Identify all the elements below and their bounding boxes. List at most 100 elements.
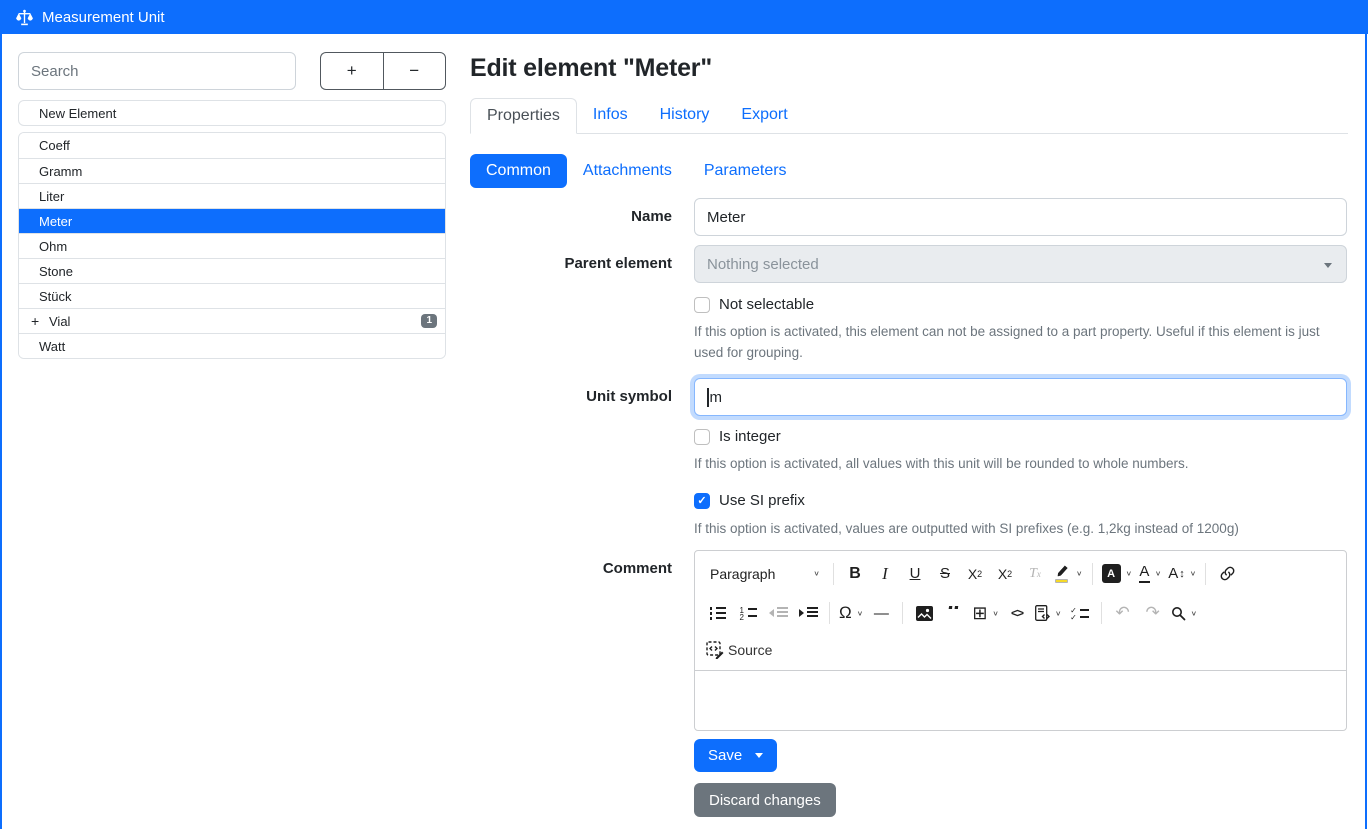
not-selectable-checkbox[interactable] [694,297,710,313]
chevron-down-icon: ∨ [1126,569,1133,578]
subtab-attachments[interactable]: Attachments [567,154,688,188]
redo-icon[interactable]: ↷ [1141,599,1165,627]
italic-icon[interactable]: I [873,560,897,588]
table-icon: ⊞ [972,603,987,624]
font-color-letter: A [1139,564,1149,579]
toolbar-separator [1101,602,1102,624]
tree-item-label: Coeff [39,138,70,153]
tree-item-label: Watt [39,339,65,354]
find-replace-dropdown[interactable]: ∨ [1171,599,1198,627]
tab-export[interactable]: Export [725,98,803,134]
toolbar-separator [833,563,834,585]
use-si-prefix-row: Use SI prefix [694,492,1347,509]
expand-icon[interactable]: + [31,314,49,328]
source-label: Source [728,642,772,658]
tree-item-gramm[interactable]: Gramm [19,158,445,183]
expand-all-button[interactable]: + [320,52,383,90]
comment-editable-area[interactable] [695,671,1346,730]
subtab-parameters[interactable]: Parameters [688,154,803,188]
tree-toolbar: + − [320,52,446,90]
subscript-digit: 2 [977,569,982,579]
save-dropdown-caret-icon[interactable] [755,753,763,758]
window-right-accent [1365,34,1367,829]
navbar: Measurement Unit [0,0,1368,34]
parent-element-select[interactable]: Nothing selected [694,245,1347,283]
bold-icon[interactable]: B [843,560,867,588]
highlight-dropdown[interactable]: ∨ [1053,560,1083,588]
tree-item-label: Meter [39,214,72,229]
outdent-icon[interactable] [766,599,790,627]
not-selectable-help: If this option is activated, this elemen… [694,321,1347,363]
is-integer-help: If this option is activated, all values … [694,453,1347,474]
discard-changes-button[interactable]: Discard changes [694,783,836,817]
superscript-base: X [998,566,1007,582]
undo-icon[interactable]: ↶ [1111,599,1135,627]
font-size-letter: A [1168,565,1178,582]
toolbar-separator [829,602,830,624]
tab-bar: Properties Infos History Export [470,98,1348,134]
editor-toolbar: Paragraph ∨ B I U S X2 X2 Tx [695,551,1346,671]
tree-item-stueck[interactable]: Stück [19,283,445,308]
not-selectable-label: Not selectable [719,296,814,313]
source-icon [706,641,724,659]
element-tree: Coeff Gramm Liter Meter Ohm Stone Stück … [18,132,446,359]
source-button[interactable]: Source [703,641,775,659]
main-panel: Edit element "Meter" Properties Infos Hi… [470,48,1348,817]
save-label: Save [708,747,742,764]
save-button[interactable]: Save [694,739,777,772]
font-color-dropdown[interactable]: A ∨ [1138,560,1162,588]
paragraph-format-value: Paragraph [710,566,775,582]
link-icon[interactable] [1215,560,1239,588]
app-title: Measurement Unit [42,9,165,26]
search-input[interactable] [18,52,296,90]
code-block-dropdown[interactable]: ∨ [1035,599,1062,627]
insert-table-dropdown[interactable]: ⊞ ∨ [972,599,999,627]
paragraph-format-dropdown[interactable]: Paragraph ∨ [706,560,824,588]
superscript-icon[interactable]: X2 [993,560,1017,588]
subscript-base: X [968,566,977,582]
collapse-all-button[interactable]: − [383,52,447,90]
special-characters-dropdown[interactable]: Ω ∨ [839,599,863,627]
tab-history[interactable]: History [644,98,726,134]
remove-format-sub: x [1037,569,1041,579]
tab-infos[interactable]: Infos [577,98,644,134]
new-element-label: New Element [39,106,116,121]
font-background-dropdown[interactable]: A ∨ [1102,560,1133,588]
omega-icon: Ω [839,603,852,623]
subtab-common[interactable]: Common [470,154,567,188]
toolbar-separator [902,602,903,624]
tree-item-liter[interactable]: Liter [19,183,445,208]
chevron-down-icon [1324,263,1332,268]
name-input[interactable] [694,198,1347,236]
is-integer-checkbox[interactable] [694,429,710,445]
remove-format-icon[interactable]: Tx [1023,560,1047,588]
tab-properties[interactable]: Properties [470,98,577,134]
strikethrough-icon[interactable]: S [933,560,957,588]
window-left-accent [0,34,2,829]
inline-code-icon[interactable]: <> [1005,599,1029,627]
chevron-down-icon: ∨ [1155,569,1162,578]
bulleted-list-icon[interactable] [706,599,730,627]
remove-format-base: T [1029,566,1037,582]
tree-item-watt[interactable]: Watt [19,333,445,358]
indent-icon[interactable] [796,599,820,627]
tree-item-vial[interactable]: + Vial 1 [19,308,445,333]
not-selectable-row: Not selectable [694,296,1347,313]
unit-symbol-value: m [710,389,723,406]
tree-item-coeff[interactable]: Coeff [19,133,445,158]
numbered-list-icon[interactable]: 12 [736,599,760,627]
horizontal-line-icon[interactable]: — [869,599,893,627]
subscript-icon[interactable]: X2 [963,560,987,588]
tree-item-ohm[interactable]: Ohm [19,233,445,258]
todo-list-icon[interactable]: ✓✓ [1068,599,1092,627]
tree-item-stone[interactable]: Stone [19,258,445,283]
font-background-icon: A [1102,564,1121,583]
unit-symbol-input[interactable]: m [694,378,1347,416]
use-si-prefix-checkbox[interactable] [694,493,710,509]
underline-icon[interactable]: U [903,560,927,588]
tree-item-meter-selected[interactable]: Meter [19,208,445,233]
blockquote-icon[interactable]: “ [942,606,966,620]
font-size-dropdown[interactable]: A ↕ ∨ [1168,560,1196,588]
insert-image-icon[interactable] [912,599,936,627]
sidebar-item-new-element[interactable]: New Element [18,100,446,126]
